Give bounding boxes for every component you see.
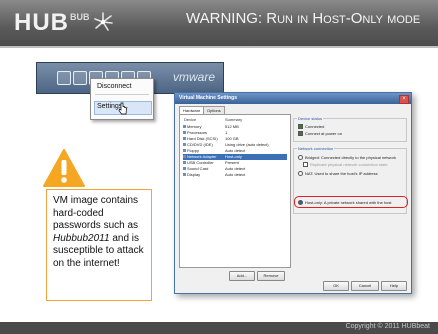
device-name: Hard Disk (SCSI) — [187, 136, 218, 141]
device-list: Device Summary Memory 512 MB Processors 1 … — [179, 114, 291, 268]
bridged-radio[interactable]: Bridged: Connected directly to the physi… — [298, 155, 396, 161]
starburst-icon — [94, 12, 113, 31]
nat-radio[interactable]: NAT: Used to share the host's IP address — [298, 171, 378, 177]
footer-bar: Copyright © 2011 HUBbeat — [0, 322, 438, 334]
window-title: Virtual Machine Settings — [179, 95, 237, 101]
device-name: Network Adapter — [187, 154, 217, 159]
remove-button[interactable]: Remove — [257, 271, 285, 281]
hard-disk-icon — [183, 137, 186, 141]
cancel-button[interactable]: Cancel — [351, 281, 379, 291]
device-name: Floppy — [187, 148, 200, 153]
help-button[interactable]: Help — [381, 281, 407, 291]
device-column-header: Device — [184, 117, 197, 122]
logo-text: HUB — [14, 9, 69, 36]
vmware-label: vmware — [173, 70, 216, 84]
processor-icon — [183, 131, 186, 135]
device-name: CD/DVD (IDE) — [187, 142, 213, 147]
usb-icon — [183, 161, 186, 165]
device-summary: Auto detect — [225, 172, 246, 177]
warning-text-part: VM image contains hard-coded passwords s… — [53, 195, 139, 232]
option-label: Replicate physical network connection st… — [310, 162, 388, 167]
device-settings-panel: Device status Connected Connect at power… — [293, 114, 408, 266]
connect-at-power-on-checkbox[interactable]: Connect at power on — [298, 131, 342, 137]
window-titlebar: Virtual Machine Settings × — [175, 93, 411, 104]
option-label: Connect at power on — [305, 131, 342, 136]
tab-options[interactable]: Options — [203, 106, 225, 114]
connected-checkbox[interactable]: Connected — [298, 124, 325, 130]
logo-superscript: BUB — [70, 12, 90, 22]
tray-disk-icon[interactable] — [73, 71, 87, 85]
warning-callout: VM image contains hard-coded passwords s… — [46, 189, 152, 301]
slide: HUBBUB WARNING: Run in Host-Only mode vm… — [0, 0, 438, 334]
checkbox-icon — [298, 131, 303, 137]
sound-card-icon — [183, 167, 186, 171]
password-example: Hubbub2011 — [53, 232, 110, 244]
device-status-title: Device status — [297, 116, 324, 121]
slide-title: WARNING: Run in Host-Only mode — [186, 10, 420, 27]
option-label: NAT: Used to share the host's IP address — [305, 171, 378, 176]
header-bar: HUBBUB WARNING: Run in Host-Only mode — [0, 0, 438, 46]
menu-separator — [95, 94, 149, 95]
floppy-icon — [183, 149, 186, 153]
hand-cursor-icon — [118, 102, 127, 115]
slide-title-text: WARNING: Run in Host-Only mode — [186, 10, 421, 27]
display-icon — [183, 173, 186, 177]
device-status-group: Device status Connected Connect at power… — [293, 116, 407, 142]
device-name: Sound Card — [187, 166, 209, 171]
warning-text: VM image contains hard-coded passwords s… — [53, 195, 147, 271]
logo: HUBBUB — [14, 9, 90, 37]
tray-network-icon[interactable] — [57, 71, 71, 85]
device-row[interactable]: Display Auto detect — [183, 172, 287, 178]
add-button[interactable]: Add... — [229, 271, 255, 281]
header-divider — [0, 46, 438, 48]
replicate-state-checkbox[interactable]: Replicate physical network connection st… — [303, 162, 388, 168]
device-name: Processors — [187, 130, 208, 135]
radio-icon — [298, 155, 303, 161]
option-label: Connected — [305, 124, 325, 129]
menu-item-disconnect[interactable]: Disconnect — [97, 83, 132, 90]
network-adapter-icon — [183, 155, 186, 159]
option-label: Bridged: Connected directly to the physi… — [305, 155, 396, 160]
device-name: Display — [187, 172, 201, 177]
device-name: Memory — [187, 124, 202, 129]
warning-icon — [43, 149, 85, 187]
ok-button[interactable]: OK — [323, 281, 349, 291]
radio-icon — [298, 171, 303, 177]
checkbox-icon — [303, 162, 308, 168]
cd-dvd-icon — [183, 143, 186, 147]
network-connection-title: Network connection — [297, 146, 335, 151]
vm-settings-window: Virtual Machine Settings × Hardware Opti… — [174, 92, 412, 294]
close-icon[interactable]: × — [399, 95, 409, 104]
host-only-highlight-ring — [294, 196, 408, 208]
copyright-text: Copyright © 2011 HUBbeat — [345, 323, 430, 330]
memory-icon — [183, 125, 186, 129]
summary-column-header: Summary — [225, 117, 243, 122]
checkbox-icon — [298, 124, 303, 130]
tab-hardware[interactable]: Hardware — [179, 106, 205, 114]
device-name: USB Controller — [187, 160, 214, 165]
